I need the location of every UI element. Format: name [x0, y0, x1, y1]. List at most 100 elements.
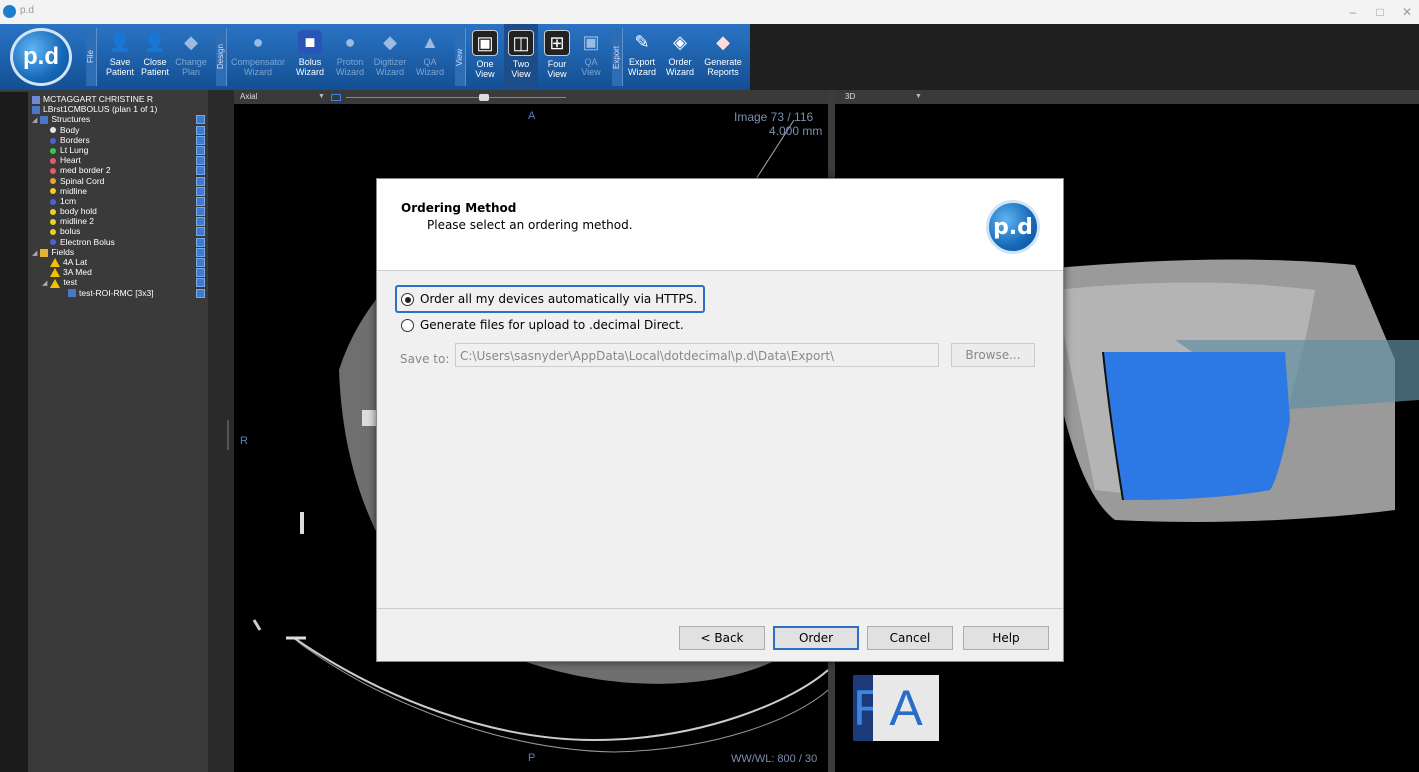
four-view-button[interactable]: ⊞ Four View — [540, 24, 574, 90]
patient-icon — [32, 95, 40, 104]
order-wizard-button[interactable]: ◈ Order Wizard — [662, 24, 698, 90]
tree-structure[interactable]: Electron Bolus — [32, 237, 208, 247]
tree-structure[interactable]: Heart — [32, 155, 208, 166]
tree-structure[interactable]: Spinal Cord — [32, 176, 208, 186]
compensator-icon: ● — [252, 32, 264, 52]
tree-structure[interactable]: body hold — [32, 206, 208, 217]
tree-subfield[interactable]: test-ROI-RMC [3x3] — [32, 288, 208, 298]
back-button[interactable]: < Back — [679, 626, 765, 650]
export-wizard-button[interactable]: ✎ Export Wizard — [624, 24, 660, 90]
visibility-checkbox[interactable] — [196, 288, 205, 298]
maximize-button[interactable]: □ — [1370, 3, 1390, 21]
expand-icon[interactable]: ◢ — [32, 117, 37, 124]
slice-slider-thumb[interactable] — [479, 94, 489, 101]
two-view-button[interactable]: ◫ Two View — [504, 24, 538, 90]
structure-color-icon — [50, 239, 56, 246]
visibility-checkbox[interactable] — [196, 125, 205, 135]
orientation-top: A — [528, 110, 536, 122]
close-patient-button[interactable]: 👤 Close Patient — [138, 24, 172, 90]
panel-splitter[interactable] — [208, 90, 234, 772]
bolus-wizard-button[interactable]: ■ Bolus Wizard — [292, 24, 328, 90]
view-mode-select[interactable]: 3D — [845, 92, 855, 101]
save-patient-button[interactable]: 👤 Save Patient — [100, 24, 140, 90]
tree-patient[interactable]: MCTAGGART CHRISTINE R — [32, 94, 208, 104]
visibility-checkbox[interactable] — [196, 207, 205, 217]
tree-structure[interactable]: med border 2 — [32, 165, 208, 176]
slice-slider[interactable] — [346, 94, 566, 101]
help-button[interactable]: Help — [963, 626, 1049, 650]
qa-wizard-button[interactable]: ▲ QA Wizard — [412, 24, 448, 90]
chevron-down-icon[interactable]: ▼ — [318, 93, 325, 100]
visibility-checkbox[interactable] — [196, 135, 205, 145]
compensator-wizard-button[interactable]: ● Compensator Wizard — [230, 24, 286, 90]
structures-icon — [40, 116, 49, 125]
section-design[interactable]: Design — [216, 28, 227, 86]
section-export[interactable]: Export — [612, 28, 623, 86]
qa-view-button[interactable]: ▣ QA View — [576, 24, 606, 90]
visibility-checkbox[interactable] — [196, 258, 205, 267]
visibility-checkbox[interactable] — [196, 156, 205, 166]
generate-reports-button[interactable]: ◆ Generate Reports — [700, 24, 746, 90]
visibility-checkbox[interactable] — [196, 227, 205, 237]
tree-structure[interactable]: bolus — [32, 226, 208, 237]
visibility-checkbox[interactable] — [196, 247, 205, 257]
orientation-cube-r[interactable]: R — [853, 675, 889, 741]
reports-icon: ◆ — [716, 32, 730, 52]
tree-field[interactable]: ◢ test — [32, 277, 208, 288]
order-https-option[interactable]: Order all my devices automatically via H… — [395, 285, 706, 313]
tree-plan[interactable]: LBrst1CMBOLUS (plan 1 of 1) — [32, 104, 208, 114]
visibility-checkbox[interactable] — [196, 166, 205, 176]
tree-structure[interactable]: Body — [32, 125, 208, 135]
visibility-checkbox[interactable] — [196, 196, 205, 206]
browse-button[interactable]: Browse... — [951, 343, 1035, 367]
save-path-field[interactable]: C:\Users\sasnyder\AppData\Local\dotdecim… — [455, 343, 939, 367]
chevron-down-icon[interactable]: ▼ — [915, 93, 922, 100]
tree-structures[interactable]: ◢ Structures — [32, 114, 208, 125]
section-view[interactable]: View — [455, 28, 466, 86]
view-mode-select[interactable]: Axial — [240, 92, 257, 101]
bolus-icon: ■ — [298, 30, 322, 54]
visibility-checkbox[interactable] — [196, 237, 205, 247]
one-view-button[interactable]: ▣ One View — [468, 24, 502, 90]
radio-unselected-icon[interactable] — [401, 319, 414, 332]
minimize-button[interactable]: – — [1343, 3, 1363, 21]
image-index: Image 73 / 116 — [734, 110, 814, 124]
visibility-checkbox[interactable] — [196, 217, 205, 227]
tree-fields[interactable]: ◢ Fields — [32, 247, 208, 257]
tree-structure[interactable]: 1cm — [32, 196, 208, 206]
tree-structure[interactable]: midline — [32, 186, 208, 196]
tree-structure[interactable]: midline 2 — [32, 216, 208, 227]
section-file[interactable]: File — [86, 28, 97, 86]
tree-structure[interactable]: Borders — [32, 135, 208, 145]
visibility-checkbox[interactable] — [196, 278, 205, 288]
visibility-checkbox[interactable] — [196, 176, 205, 186]
structure-color-icon — [50, 137, 56, 144]
orientation-cube-a[interactable]: A — [873, 675, 939, 741]
splitter-grip[interactable] — [227, 420, 229, 450]
visibility-checkbox[interactable] — [196, 145, 205, 155]
radio-selected-icon[interactable] — [401, 293, 414, 306]
close-window-button[interactable]: ✕ — [1397, 3, 1417, 21]
app-logo[interactable]: p.d — [10, 28, 72, 86]
visibility-checkbox[interactable] — [196, 268, 205, 278]
change-plan-button[interactable]: ◆ Change Plan — [174, 24, 208, 90]
plan-icon — [32, 105, 40, 114]
cancel-button[interactable]: Cancel — [867, 626, 953, 650]
tree-field[interactable]: 4A Lat — [32, 257, 208, 268]
visibility-checkbox[interactable] — [196, 186, 205, 196]
proton-wizard-button[interactable]: ● Proton Wizard — [332, 24, 368, 90]
tree-structure[interactable]: Lt Lung — [32, 145, 208, 155]
digitizer-wizard-button[interactable]: ◆ Digitizer Wizard — [370, 24, 410, 90]
dialog-subtitle: Please select an ordering method. — [427, 218, 633, 232]
generate-files-option[interactable]: Generate files for upload to .decimal Di… — [397, 313, 690, 337]
tree-field[interactable]: 3A Med — [32, 267, 208, 278]
expand-icon[interactable]: ◢ — [32, 250, 37, 257]
structure-color-icon — [50, 188, 56, 195]
dialog-title: Ordering Method — [401, 201, 517, 215]
order-button[interactable]: Order — [773, 626, 859, 650]
app-icon — [3, 5, 16, 18]
structure-color-icon — [50, 208, 56, 215]
orientation-left: R — [240, 435, 248, 447]
expand-icon[interactable]: ◢ — [42, 280, 47, 287]
visibility-checkbox[interactable] — [196, 115, 205, 125]
